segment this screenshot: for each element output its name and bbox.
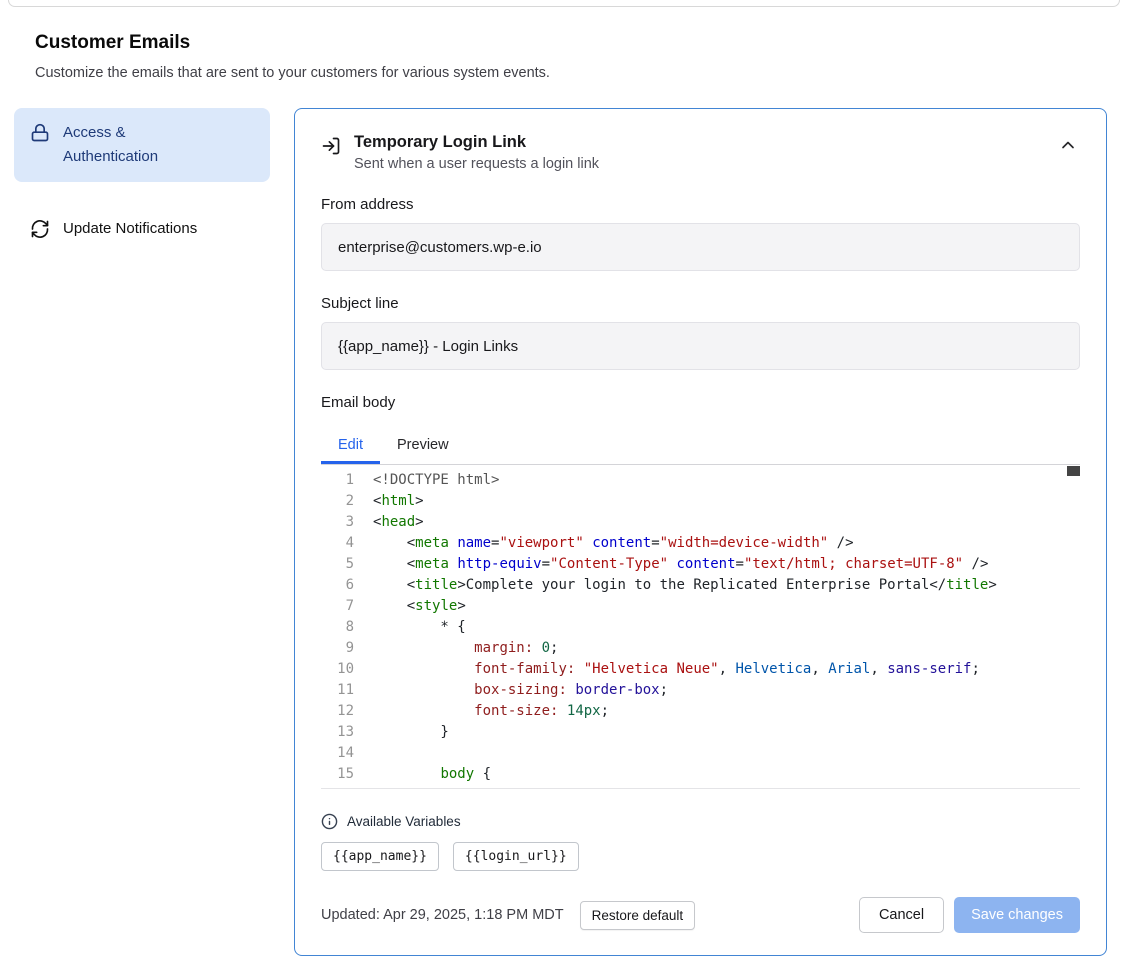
code-text: margin: 0;	[354, 638, 1080, 659]
chevron-up-icon	[1058, 135, 1078, 155]
content-area: Access & Authentication Update Notificati…	[14, 108, 1107, 956]
variable-chips: {{app_name}} {{login_url}}	[321, 842, 1080, 871]
line-number: 3	[321, 512, 354, 533]
code-text: * {	[354, 617, 1080, 638]
page-subtitle: Customize the emails that are sent to yo…	[35, 65, 1093, 81]
updated-timestamp: Updated: Apr 29, 2025, 1:18 PM MDT	[321, 907, 564, 923]
top-card-edge	[8, 0, 1120, 7]
editor-line: 2<html>	[321, 491, 1080, 512]
lock-icon	[30, 123, 50, 143]
email-body-editor[interactable]: 1<!DOCTYPE html>2<html>3<head>4 <meta na…	[321, 465, 1080, 789]
line-number: 15	[321, 764, 354, 785]
editor-scrollbar-thumb[interactable]	[1067, 466, 1080, 476]
variable-chip-login-url[interactable]: {{login_url}}	[453, 842, 579, 871]
editor-lines: 1<!DOCTYPE html>2<html>3<head>4 <meta na…	[321, 470, 1080, 789]
editor-line: 4 <meta name="viewport" content="width=d…	[321, 533, 1080, 554]
subject-line-input[interactable]	[321, 322, 1080, 370]
editor-line: 9 margin: 0;	[321, 638, 1080, 659]
tab-edit[interactable]: Edit	[321, 428, 380, 464]
code-text	[354, 743, 1080, 764]
code-text: box-sizing: border-box;	[354, 680, 1080, 701]
editor-line: 6 <title>Complete your login to the Repl…	[321, 575, 1080, 596]
subject-line-label: Subject line	[321, 295, 1080, 312]
editor-line: 15 body {	[321, 764, 1080, 785]
code-text: <html>	[354, 491, 1080, 512]
editor-line: 13 }	[321, 722, 1080, 743]
template-title: Temporary Login Link	[354, 133, 599, 152]
code-text: <meta name="viewport" content="width=dev…	[354, 533, 1080, 554]
line-number: 2	[321, 491, 354, 512]
sidebar-item-access-authentication[interactable]: Access & Authentication	[14, 108, 270, 182]
template-header: Temporary Login Link Sent when a user re…	[321, 133, 1080, 172]
code-text: font-family: "Helvetica Neue", Helvetica…	[354, 659, 1080, 680]
refresh-icon	[30, 219, 50, 239]
editor-line: 16 background-color: #f6f6f6;	[321, 785, 1080, 789]
tab-preview[interactable]: Preview	[380, 428, 466, 464]
editor-line: 5 <meta http-equiv="Content-Type" conten…	[321, 554, 1080, 575]
code-text: body {	[354, 764, 1080, 785]
code-text: }	[354, 722, 1080, 743]
available-variables-row: Available Variables	[321, 813, 1080, 830]
line-number: 11	[321, 680, 354, 701]
from-address-input[interactable]	[321, 223, 1080, 271]
code-text: font-size: 14px;	[354, 701, 1080, 722]
variable-chip-app-name[interactable]: {{app_name}}	[321, 842, 439, 871]
editor-line: 14	[321, 743, 1080, 764]
restore-default-button[interactable]: Restore default	[580, 901, 696, 930]
line-number: 7	[321, 596, 354, 617]
save-changes-button[interactable]: Save changes	[954, 897, 1080, 933]
email-template-card: Temporary Login Link Sent when a user re…	[294, 108, 1107, 956]
template-header-titles: Temporary Login Link Sent when a user re…	[354, 133, 599, 172]
code-text: <style>	[354, 596, 1080, 617]
editor-line: 1<!DOCTYPE html>	[321, 470, 1080, 491]
line-number: 8	[321, 617, 354, 638]
from-address-label: From address	[321, 196, 1080, 213]
line-number: 1	[321, 470, 354, 491]
line-number: 5	[321, 554, 354, 575]
cancel-button[interactable]: Cancel	[859, 897, 944, 933]
available-variables-label: Available Variables	[347, 814, 461, 829]
line-number: 10	[321, 659, 354, 680]
settings-sidebar: Access & Authentication Update Notificati…	[14, 108, 270, 254]
code-text: <title>Complete your login to the Replic…	[354, 575, 1080, 596]
sidebar-item-label: Update Notifications	[63, 217, 197, 241]
code-text: background-color: #f6f6f6;	[354, 785, 1080, 789]
editor-line: 3<head>	[321, 512, 1080, 533]
editor-tab-bar: EditPreview	[321, 428, 1080, 465]
line-number: 6	[321, 575, 354, 596]
code-text: <!DOCTYPE html>	[354, 470, 1080, 491]
line-number: 9	[321, 638, 354, 659]
editor-line: 11 box-sizing: border-box;	[321, 680, 1080, 701]
editor-line: 10 font-family: "Helvetica Neue", Helvet…	[321, 659, 1080, 680]
customer-emails-page: Customer Emails Customize the emails tha…	[0, 0, 1128, 956]
editor-line: 8 * {	[321, 617, 1080, 638]
sidebar-item-label: Access & Authentication	[63, 121, 215, 169]
template-subtitle: Sent when a user requests a login link	[354, 156, 599, 172]
line-number: 16	[321, 785, 354, 789]
editor-line: 7 <style>	[321, 596, 1080, 617]
code-text: <meta http-equiv="Content-Type" content=…	[354, 554, 1080, 575]
line-number: 13	[321, 722, 354, 743]
login-icon	[321, 136, 341, 156]
sidebar-item-update-notifications[interactable]: Update Notifications	[14, 204, 270, 254]
email-body-label: Email body	[321, 394, 1080, 411]
code-text: <head>	[354, 512, 1080, 533]
page-title: Customer Emails	[35, 32, 1093, 54]
line-number: 14	[321, 743, 354, 764]
info-icon	[321, 813, 338, 830]
card-footer: Updated: Apr 29, 2025, 1:18 PM MDT Resto…	[321, 897, 1080, 933]
collapse-button[interactable]	[1056, 133, 1080, 157]
line-number: 12	[321, 701, 354, 722]
editor-line: 12 font-size: 14px;	[321, 701, 1080, 722]
line-number: 4	[321, 533, 354, 554]
